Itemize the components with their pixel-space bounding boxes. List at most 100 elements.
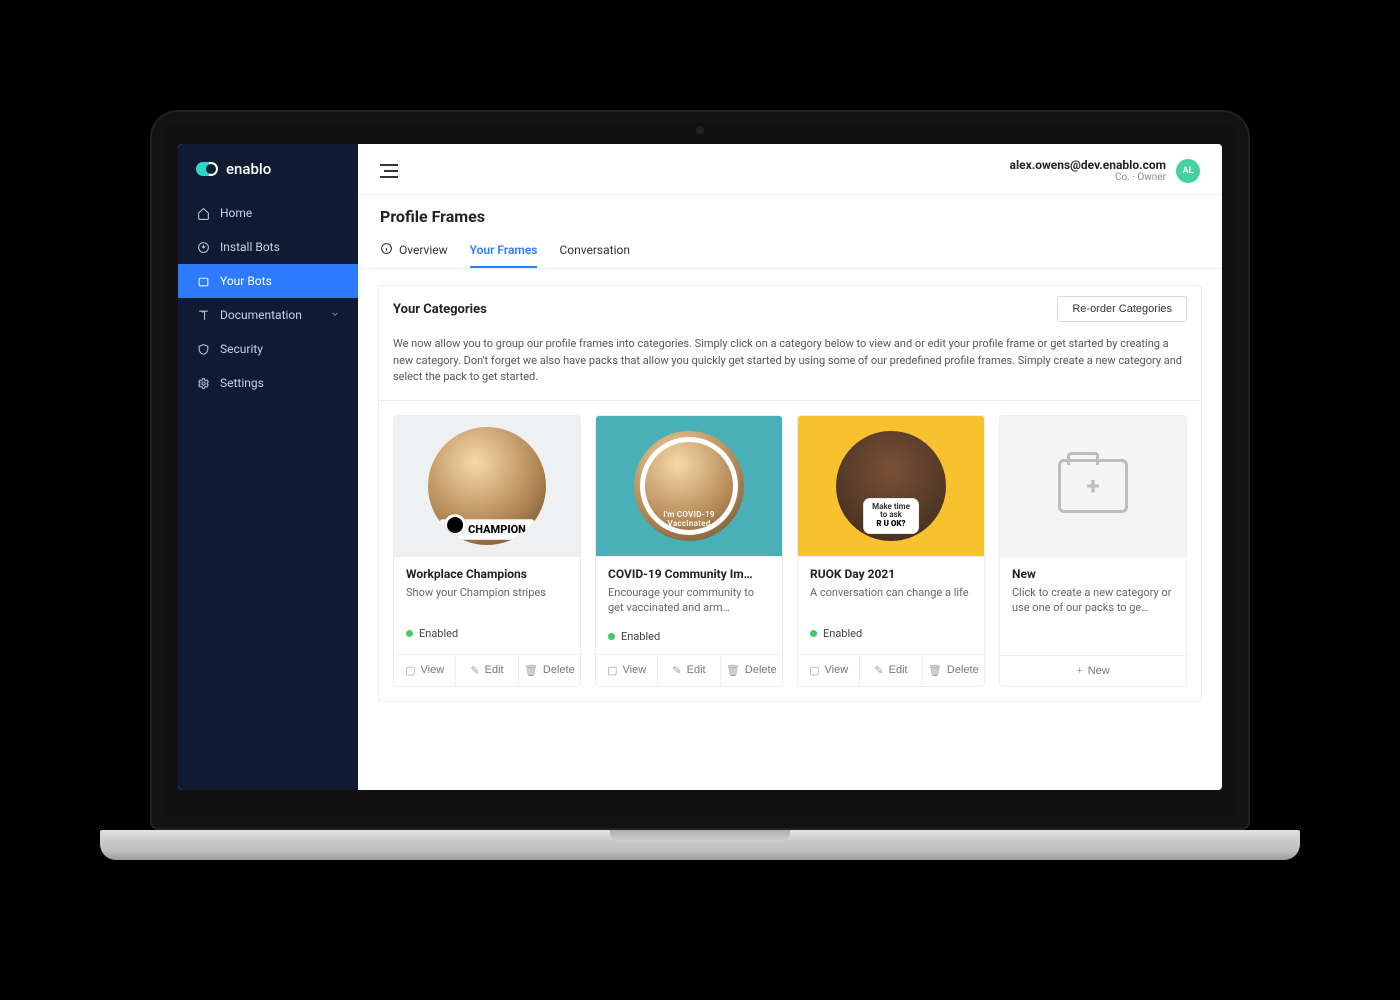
trash-icon: 🗑 (524, 664, 538, 677)
view-button[interactable]: ▢View (798, 655, 859, 686)
category-card[interactable]: I'm COVID-19 Vaccinated COVID-19 Communi… (595, 415, 783, 687)
card-thumb: I'm COVID-19 Vaccinated (596, 416, 782, 556)
chevron-down-icon (330, 308, 340, 322)
user-email: alex.owens@dev.enablo.com (1010, 158, 1166, 172)
laptop-camera (695, 125, 705, 135)
sidebar-item-label: Install Bots (220, 240, 280, 254)
brand-name: enablo (226, 160, 271, 178)
section-heading: Your Categories (393, 302, 487, 317)
category-card[interactable]: Make time to ask R U OK? RUOK Day 2021 (797, 415, 985, 687)
user-role: Co. · Owner (1010, 172, 1166, 184)
user-menu[interactable]: alex.owens@dev.enablo.com Co. · Owner AL (1010, 158, 1200, 184)
plus-icon: + (1076, 665, 1082, 677)
champion-badge: CHAMPION (440, 520, 534, 539)
book-icon (196, 309, 210, 322)
status-dot-icon (810, 630, 817, 637)
sidebar-item-label: Your Bots (220, 274, 272, 288)
tab-label: Overview (399, 243, 448, 257)
topbar: alex.owens@dev.enablo.com Co. · Owner AL (358, 144, 1222, 195)
laptop-shadow (130, 856, 1270, 890)
tab-overview[interactable]: Overview (380, 232, 448, 268)
sidebar-item-documentation[interactable]: Documentation (178, 298, 358, 332)
laptop-mockup: enablo Home Install Bots (100, 110, 1300, 890)
folder-icon: ▢ (405, 664, 415, 677)
card-thumb: + (1000, 416, 1186, 556)
frame-ring-text: I'm COVID-19 Vaccinated (645, 510, 733, 530)
laptop-base (100, 830, 1300, 860)
collapse-sidebar-button[interactable] (380, 164, 398, 178)
tab-label: Conversation (559, 243, 629, 257)
status-label: Enabled (419, 627, 458, 640)
download-icon (196, 241, 210, 254)
tab-your-frames[interactable]: Your Frames (470, 232, 538, 268)
section-description: We now allow you to group our profile fr… (379, 332, 1201, 401)
shield-icon (196, 343, 210, 356)
card-title: COVID-19 Community Im… (608, 567, 770, 581)
gear-icon (196, 377, 210, 390)
plus-icon: + (1086, 472, 1099, 500)
sidebar-item-security[interactable]: Security (178, 332, 358, 366)
card-title: RUOK Day 2021 (810, 567, 972, 581)
delete-button[interactable]: 🗑Delete (922, 655, 984, 686)
status-label: Enabled (823, 627, 862, 640)
trash-icon: 🗑 (928, 664, 942, 677)
view-button[interactable]: ▢View (394, 655, 455, 686)
category-card[interactable]: CHAMPION Workplace Champions Show your C… (393, 415, 581, 687)
bot-icon (196, 275, 210, 288)
home-icon (196, 207, 210, 220)
sidebar-item-your-bots[interactable]: Your Bots (178, 264, 358, 298)
card-title: New (1012, 567, 1174, 581)
status-badge: Enabled (406, 627, 568, 640)
status-badge: Enabled (608, 630, 770, 643)
ruok-bubble: Make time to ask R U OK? (864, 499, 918, 533)
avatar: AL (1176, 159, 1200, 183)
edit-icon: ✎ (874, 664, 883, 677)
main-content: alex.owens@dev.enablo.com Co. · Owner AL… (358, 144, 1222, 790)
card-thumb: Make time to ask R U OK? (798, 416, 984, 556)
folder-icon: ▢ (809, 664, 819, 677)
cards-grid: CHAMPION Workplace Champions Show your C… (379, 401, 1201, 701)
reorder-categories-button[interactable]: Re-order Categories (1057, 296, 1187, 322)
status-label: Enabled (621, 630, 660, 643)
edit-icon: ✎ (470, 664, 479, 677)
new-folder-icon: + (1058, 459, 1128, 513)
card-desc: Encourage your community to get vaccinat… (608, 585, 770, 616)
category-card-new[interactable]: + New Click to create a new category or … (999, 415, 1187, 687)
view-button[interactable]: ▢View (596, 655, 657, 686)
trash-icon: 🗑 (726, 664, 740, 677)
tab-conversation[interactable]: Conversation (559, 232, 629, 268)
sidebar-item-label: Home (220, 206, 252, 220)
card-desc: Click to create a new category or use on… (1012, 585, 1174, 616)
page-title: Profile Frames (358, 195, 1222, 232)
new-button[interactable]: + New (1000, 656, 1186, 686)
sidebar-item-label: Documentation (220, 308, 302, 322)
sidebar-item-install-bots[interactable]: Install Bots (178, 230, 358, 264)
delete-button[interactable]: 🗑Delete (720, 655, 782, 686)
sidebar-item-label: Security (220, 342, 263, 356)
card-desc: Show your Champion stripes (406, 585, 568, 613)
status-dot-icon (406, 630, 413, 637)
folder-icon: ▢ (607, 664, 617, 677)
delete-button[interactable]: 🗑Delete (518, 655, 580, 686)
brand-logo-icon (196, 162, 218, 176)
laptop-bezel: enablo Home Install Bots (150, 110, 1250, 830)
app-screen: enablo Home Install Bots (178, 144, 1222, 790)
sidebar-item-settings[interactable]: Settings (178, 366, 358, 400)
edit-button[interactable]: ✎Edit (657, 655, 719, 686)
tab-label: Your Frames (470, 243, 538, 257)
info-icon (380, 242, 393, 258)
card-desc: A conversation can change a life (810, 585, 972, 613)
edit-button[interactable]: ✎Edit (859, 655, 921, 686)
card-title: Workplace Champions (406, 567, 568, 581)
brand: enablo (178, 144, 358, 196)
sidebar-item-label: Settings (220, 376, 264, 390)
categories-section: Your Categories Re-order Categories We n… (378, 285, 1202, 701)
status-badge: Enabled (810, 627, 972, 640)
card-thumb: CHAMPION (394, 416, 580, 556)
tabs: Overview Your Frames Conversation (358, 232, 1222, 269)
status-dot-icon (608, 633, 615, 640)
sidebar-item-home[interactable]: Home (178, 196, 358, 230)
sidebar: enablo Home Install Bots (178, 144, 358, 790)
edit-button[interactable]: ✎Edit (455, 655, 517, 686)
edit-icon: ✎ (672, 664, 681, 677)
